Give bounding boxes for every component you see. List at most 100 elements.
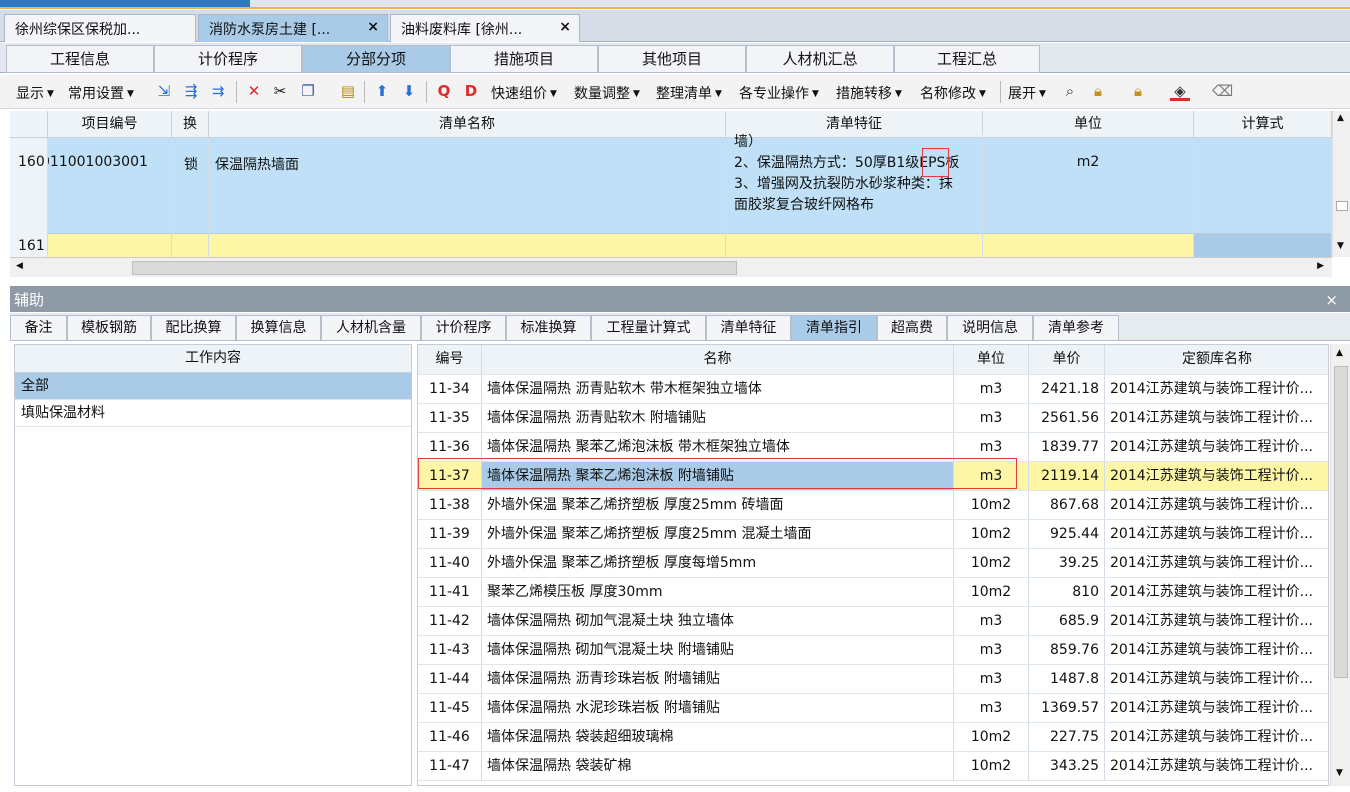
tab-sub-items[interactable]: 分部分项 bbox=[302, 45, 450, 73]
query-quota-icon[interactable]: Q bbox=[434, 81, 454, 101]
aux-tab-list-guide[interactable]: 清单指引 bbox=[791, 315, 877, 341]
table-row[interactable]: 11-38 外墙外保温 聚苯乙烯挤塑板 厚度25mm 砖墙面 10m2 867.68 2… bbox=[418, 491, 1328, 520]
col-header-price[interactable]: 单价 bbox=[1029, 345, 1105, 374]
col-header-unit[interactable]: 单位 bbox=[954, 345, 1029, 374]
aux-tab-list-features[interactable]: 清单特征 bbox=[706, 315, 791, 341]
row-number: 161 bbox=[10, 234, 48, 257]
copy-icon[interactable]: ❐ bbox=[298, 81, 318, 101]
table-row[interactable]: 160 011001003001 锁 保温隔热墙面 墙） 2、保温隔热方式：50… bbox=[10, 132, 1332, 234]
tab-measures[interactable]: 措施项目 bbox=[450, 45, 598, 73]
tab-other-items[interactable]: 其他项目 bbox=[598, 45, 746, 73]
binoculars-icon[interactable]: ⌕ bbox=[1060, 81, 1080, 101]
table-row[interactable]: 11-45 墙体保温隔热 水泥珍珠岩板 附墙铺贴 m3 1369.57 2014江苏建筑… bbox=[418, 694, 1328, 723]
table-row[interactable]: 11-46 墙体保温隔热 袋装超细玻璃棉 10m2 227.75 2014江苏建筑与装饰… bbox=[418, 723, 1328, 752]
bill-formula[interactable] bbox=[1194, 138, 1332, 234]
bill-code[interactable]: 011001003001 bbox=[48, 138, 172, 234]
row-number: 160 bbox=[10, 138, 48, 234]
move-up-icon[interactable]: ⬆ bbox=[372, 81, 392, 101]
aux-tab-description[interactable]: 说明信息 bbox=[947, 315, 1033, 341]
lock-icon[interactable]: 🔒︎ bbox=[1088, 81, 1108, 101]
quota-code: 11-39 bbox=[418, 520, 482, 548]
quick-price-menu[interactable]: 快速组价 ▼ bbox=[491, 83, 557, 103]
tab-project-info[interactable]: 工程信息 bbox=[6, 45, 154, 73]
organize-list-menu[interactable]: 整理清单 ▼ bbox=[656, 83, 722, 103]
tab-pricing-procedure[interactable]: 计价程序 bbox=[154, 45, 302, 73]
quota-unit: m3 bbox=[954, 665, 1029, 693]
bill-name[interactable]: 保温隔热墙面 bbox=[209, 138, 726, 234]
fill-color-icon[interactable]: ◈ bbox=[1170, 81, 1190, 101]
table-row[interactable]: 11-44 墙体保温隔热 沥青珍珠岩板 附墙铺贴 m3 1487.8 2014江苏建筑与… bbox=[418, 665, 1328, 694]
aux-tab-height-fee[interactable]: 超高费 bbox=[877, 315, 947, 341]
work-content-item-all[interactable]: 全部 bbox=[15, 373, 411, 400]
quota-code: 11-43 bbox=[418, 636, 482, 664]
tab-project-summary[interactable]: 工程汇总 bbox=[894, 45, 1040, 73]
aux-tab-conversion-info[interactable]: 换算信息 bbox=[236, 315, 321, 341]
aux-tab-standard-conversion[interactable]: 标准换算 bbox=[506, 315, 591, 341]
move-down-icon[interactable]: ⬇ bbox=[399, 81, 419, 101]
insert-child-icon[interactable]: ⇶ bbox=[181, 81, 201, 101]
doc-tab-xuzhou[interactable]: 徐州综保区保税加... bbox=[4, 14, 196, 42]
bill-unit[interactable]: m2 bbox=[983, 138, 1194, 234]
lock-all-icon[interactable]: 🔒︎ bbox=[1128, 81, 1148, 101]
quantity-adjust-menu[interactable]: 数量调整 ▼ bbox=[574, 83, 640, 103]
aux-tab-list-reference[interactable]: 清单参考 bbox=[1033, 315, 1119, 341]
grid-horizontal-scrollbar[interactable]: ◀ ▶ bbox=[10, 257, 1332, 277]
window-top-strip bbox=[0, 0, 1350, 9]
table-row[interactable]: 11-39 外墙外保温 聚苯乙烯挤塑板 厚度25mm 混凝土墙面 10m2 925.4… bbox=[418, 520, 1328, 549]
close-icon[interactable]: × bbox=[559, 19, 571, 35]
tab-labor-material-summary[interactable]: 人材机汇总 bbox=[746, 45, 894, 73]
col-header-name[interactable]: 名称 bbox=[482, 345, 954, 374]
scroll-down-icon[interactable]: ▼ bbox=[1336, 768, 1343, 778]
scroll-thumb[interactable] bbox=[1336, 201, 1348, 211]
pin-close-icon[interactable]: ᅟ × bbox=[1301, 289, 1344, 310]
display-menu[interactable]: 显示 ▼ bbox=[16, 83, 54, 103]
aux-tab-notes[interactable]: 备注 bbox=[10, 315, 67, 341]
col-header-code[interactable]: 项目编号 bbox=[48, 111, 172, 138]
aux-tab-pricing-procedure[interactable]: 计价程序 bbox=[421, 315, 506, 341]
eraser-icon[interactable]: ⌫ bbox=[1212, 81, 1233, 101]
scroll-up-icon[interactable]: ▲ bbox=[1337, 113, 1344, 123]
scroll-left-icon[interactable]: ◀ bbox=[16, 261, 23, 271]
doc-tab-oil-store[interactable]: 油料废料库 [徐州... × bbox=[390, 14, 580, 42]
col-header-library[interactable]: 定额库名称 bbox=[1105, 345, 1328, 374]
col-header-swap[interactable]: 换 bbox=[172, 111, 209, 138]
scroll-thumb[interactable] bbox=[1334, 366, 1348, 678]
quota-vertical-scrollbar[interactable]: ▲ ▼ bbox=[1330, 344, 1350, 786]
col-header-formula[interactable]: 计算式 bbox=[1194, 111, 1332, 138]
col-header-code[interactable]: 编号 bbox=[418, 345, 482, 374]
quota-code: 11-41 bbox=[418, 578, 482, 606]
expand-menu[interactable]: 展开 ▼ bbox=[1008, 83, 1046, 103]
delete-icon[interactable]: ✕ bbox=[244, 81, 264, 101]
specialty-ops-menu[interactable]: 各专业操作 ▼ bbox=[739, 83, 819, 103]
doc-tab-pump-room[interactable]: 消防水泵房土建 [... × bbox=[198, 14, 388, 42]
col-header-name[interactable]: 清单名称 bbox=[209, 111, 726, 138]
scroll-right-icon[interactable]: ▶ bbox=[1317, 261, 1324, 271]
measure-transfer-menu[interactable]: 措施转移 ▼ bbox=[836, 83, 902, 103]
table-row[interactable]: 11-35 墙体保温隔热 沥青贴软木 附墙铺贴 m3 2561.56 2014江苏建筑与… bbox=[418, 404, 1328, 433]
rename-menu[interactable]: 名称修改 ▼ bbox=[920, 83, 986, 103]
table-row[interactable]: 11-42 墙体保温隔热 砌加气混凝土块 独立墙体 m3 685.9 2014江苏建筑与… bbox=[418, 607, 1328, 636]
table-row[interactable]: 161 bbox=[10, 234, 1332, 257]
table-row[interactable]: 11-43 墙体保温隔热 砌加气混凝土块 附墙铺贴 m3 859.76 2014江苏建筑… bbox=[418, 636, 1328, 665]
common-settings-menu[interactable]: 常用设置 ▼ bbox=[68, 83, 134, 103]
cut-icon[interactable]: ✂ bbox=[270, 81, 290, 101]
aux-tab-material-content[interactable]: 人材机含量 bbox=[321, 315, 421, 341]
scroll-down-icon[interactable]: ▼ bbox=[1337, 241, 1344, 251]
aux-tab-mix-conversion[interactable]: 配比换算 bbox=[151, 315, 236, 341]
paste-icon[interactable]: ▤ bbox=[338, 81, 358, 101]
insert-row-icon[interactable]: ⇲ bbox=[154, 81, 174, 101]
table-row[interactable]: 11-34 墙体保温隔热 沥青贴软木 带木框架独立墙体 m3 2421.18 2014江… bbox=[418, 375, 1328, 404]
grid-vertical-scrollbar[interactable]: ▲ ▼ bbox=[1332, 111, 1350, 257]
col-header-unit[interactable]: 单位 bbox=[983, 111, 1194, 138]
work-content-item-insulation[interactable]: 填贴保温材料 bbox=[15, 400, 411, 427]
table-row[interactable]: 11-41 聚苯乙烯模压板 厚度30mm 10m2 810 2014江苏建筑与装饰工程计… bbox=[418, 578, 1328, 607]
table-row[interactable]: 11-47 墙体保温隔热 袋装矿棉 10m2 343.25 2014江苏建筑与装饰工程计… bbox=[418, 752, 1328, 781]
close-icon[interactable]: × bbox=[367, 19, 379, 35]
add-sub-icon[interactable]: ⇉ bbox=[208, 81, 228, 101]
query-list-icon[interactable]: D bbox=[461, 81, 481, 101]
scroll-up-icon[interactable]: ▲ bbox=[1336, 348, 1343, 358]
scroll-thumb[interactable] bbox=[132, 261, 737, 275]
aux-tab-formwork-rebar[interactable]: 模板钢筋 bbox=[67, 315, 151, 341]
aux-tab-quantity-formula[interactable]: 工程量计算式 bbox=[591, 315, 706, 341]
table-row[interactable]: 11-40 外墙外保温 聚苯乙烯挤塑板 厚度每增5mm 10m2 39.25 2014江… bbox=[418, 549, 1328, 578]
